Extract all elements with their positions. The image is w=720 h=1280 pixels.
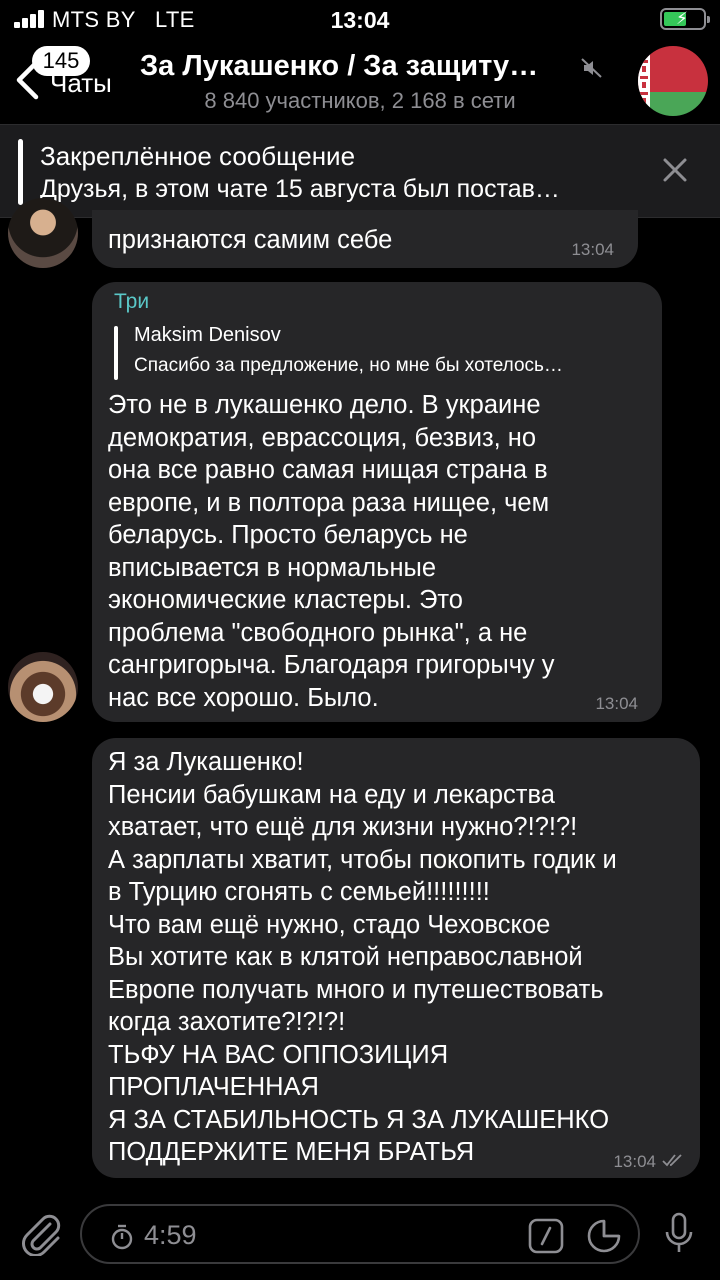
muted-speaker-icon [581,58,602,78]
read-checkmarks-icon [662,1154,682,1167]
reply-author[interactable]: Maksim Denisov [134,324,281,347]
message-input[interactable]: 4:59 [80,1204,640,1264]
pinned-accent-bar [18,139,23,205]
chat-title[interactable]: За Лукашенко / За защиту… [140,50,580,83]
message-time: 13:04 [595,694,638,713]
status-bar: MTS BY LTE 13:04 ⚡ [0,0,720,40]
sticker-icon[interactable] [586,1218,622,1254]
pinned-title: Закреплённое сообщение [40,141,356,171]
sender-avatar[interactable] [8,198,78,268]
message-bubble[interactable]: признаются самим себе 13:04 [92,210,638,268]
message-input-bar: 4:59 [0,1188,720,1280]
chat-header: Чаты 145 За Лукашенко / За защиту… 8 840… [0,40,720,124]
sender-avatar[interactable] [8,652,78,722]
message-bubble[interactable]: Я за Лукашенко! Пенсии бабушкам на еду и… [92,738,700,1178]
message-time: 13:04 [571,240,614,259]
message-text: Это не в лукашенко дело. В украине демок… [108,391,555,712]
message-time: 13:04 [613,1152,656,1171]
belarus-flag-icon [638,46,708,116]
unread-badge[interactable]: 145 [32,46,90,76]
status-time: 13:04 [330,7,390,33]
pinned-text: Друзья, в этом чате 15 августа был поста… [40,175,560,203]
close-icon[interactable] [662,157,688,183]
group-avatar[interactable] [638,46,708,116]
bot-command-icon[interactable] [528,1218,564,1254]
reply-quote[interactable]: Спасибо за предложение, но мне бы хотело… [134,355,644,377]
timer-icon [111,1224,133,1250]
microphone-icon[interactable] [664,1212,694,1256]
pinned-message-bar[interactable]: Закреплённое сообщение Друзья, в этом ча… [0,124,720,218]
paperclip-icon[interactable] [20,1212,62,1256]
message-text: Я за Лукашенко! Пенсии бабушкам на еду и… [108,748,617,1166]
message-author[interactable]: Три [114,290,149,314]
message-text: признаются самим себе [108,226,393,254]
chat-subtitle: 8 840 участников, 2 168 в сети [204,88,516,113]
reply-accent-bar [114,326,118,380]
message-bubble[interactable]: Три Maksim Denisov Спасибо за предложени… [92,282,662,722]
slowmode-timer: 4:59 [144,1220,197,1250]
battery-icon: ⚡ [660,8,710,30]
